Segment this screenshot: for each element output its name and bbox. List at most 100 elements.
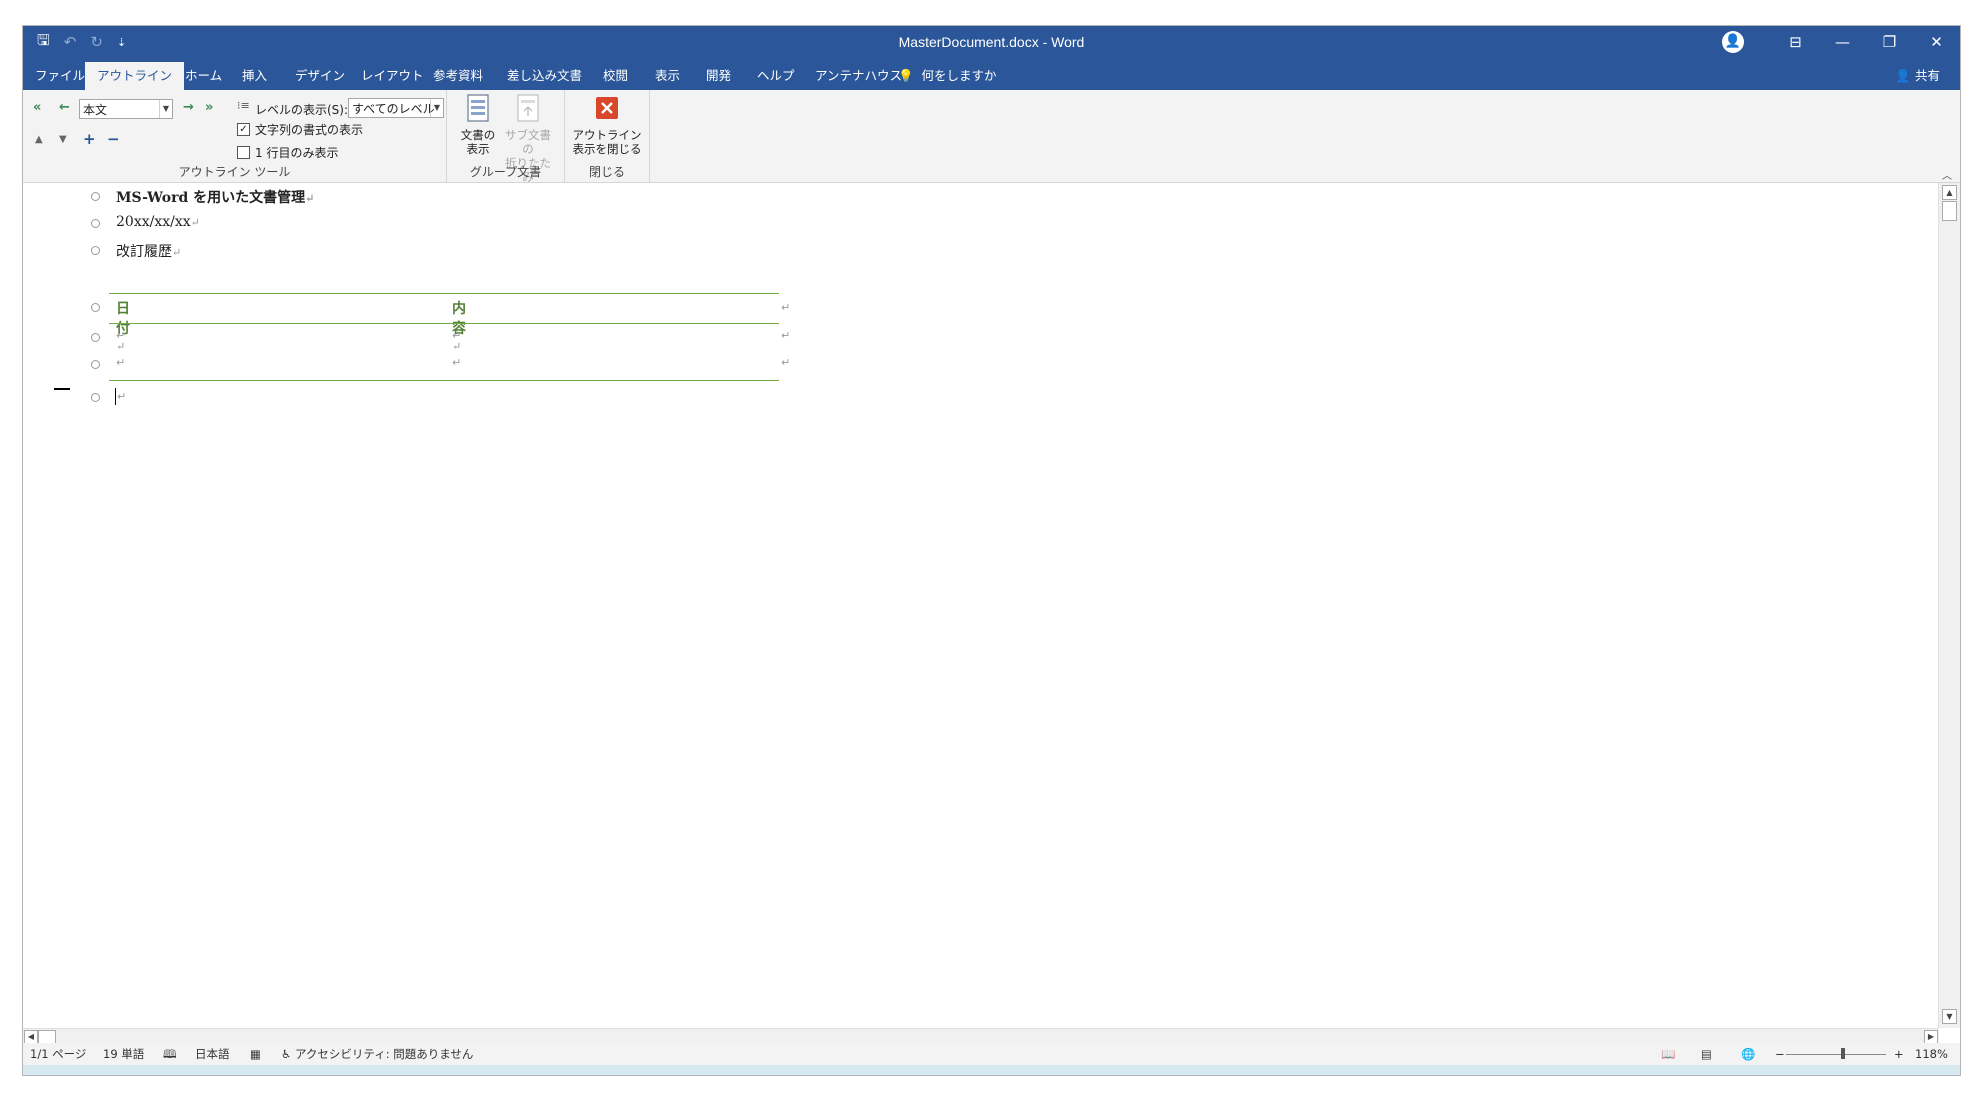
print-layout-icon[interactable]: ▤ [1701,1043,1712,1065]
outline-bullet-icon[interactable] [91,393,100,402]
demote-icon[interactable]: → [183,100,194,115]
horizontal-scrollbar[interactable]: ◀ ▶ [23,1028,1939,1044]
tab-view[interactable]: 表示 [643,62,692,90]
show-level-select[interactable]: すべてのレベル ▼ [348,98,444,118]
word-count[interactable]: 19 単語 [103,1043,144,1065]
tab-design[interactable]: デザイン [283,62,357,90]
read-mode-icon[interactable]: 📖 [1661,1043,1675,1065]
close-group: アウトライン 表示を閉じる 閉じる [565,90,650,182]
ribbon: « ← 本文 ▼ → » ▲ ▼ + − ⁝≡ レベルの表示(S): すべてのレ… [23,90,1960,184]
expand-icon[interactable]: + [83,130,96,148]
table-cell[interactable]: ↵ [452,356,461,369]
scroll-right-icon[interactable]: ▶ [1924,1030,1938,1044]
table-header-content: 内容↵ [452,301,466,353]
zoom-slider-track[interactable] [1786,1054,1886,1055]
table-cell[interactable]: ↵ [116,356,125,369]
tab-help[interactable]: ヘルプ [745,62,807,90]
tab-home[interactable]: ホーム [173,62,234,90]
outline-bullet-icon[interactable] [91,246,100,255]
move-down-icon[interactable]: ▼ [59,134,67,145]
lightbulb-icon: 💡 [898,68,914,83]
accessibility-status[interactable]: ♿ アクセシビリティ: 問題ありません [281,1043,473,1065]
show-text-format-checkbox[interactable]: ✓ 文字列の書式の表示 [237,121,363,138]
outline-level-select[interactable]: 本文 ▼ [79,99,173,119]
chevron-down-icon: ▼ [430,99,443,117]
tell-me-search[interactable]: 💡 何をしますか [898,62,997,90]
outline-tools-label: アウトライン ツール [178,165,291,179]
macro-record-icon[interactable]: ▦ [250,1043,261,1065]
person-icon: 👤 [1895,68,1911,83]
move-up-icon[interactable]: ▲ [35,134,43,145]
language-indicator[interactable]: 日本語 [195,1043,230,1065]
paragraph-text: 20xx/xx/xx↵ [116,214,200,230]
scroll-thumb[interactable] [38,1030,56,1044]
paragraph-text: 改訂履歴↵ [116,244,182,260]
scroll-up-icon[interactable]: ▲ [1942,185,1957,200]
demote-to-body-icon[interactable]: » [205,100,213,115]
page-count[interactable]: 1/1 ページ [30,1043,86,1065]
collapse-subdocuments-icon [517,94,539,122]
scroll-down-icon[interactable]: ▼ [1942,1009,1957,1024]
collapse-icon[interactable]: − [107,130,120,148]
scroll-left-icon[interactable]: ◀ [24,1030,38,1044]
table-header-border [109,323,779,324]
tab-outline[interactable]: アウトライン [85,62,185,90]
chevron-down-icon: ▼ [159,100,172,118]
row-end-mark: ↵ [781,356,791,369]
promote-to-heading1-icon[interactable]: « [33,100,41,115]
row-end-mark: ↵ [781,329,791,342]
outline-bullet-icon[interactable] [91,333,100,342]
proofing-icon[interactable]: 🕮 [163,1043,177,1065]
outline-bullet-icon[interactable] [91,192,100,201]
paragraph-text: MS-Word を用いた文書管理↵ [116,190,315,206]
ribbon-display-options-icon[interactable]: ⊟ [1772,33,1819,51]
restore-icon[interactable]: ❐ [1866,33,1913,51]
taskbar-strip [23,1065,1960,1075]
close-group-label: 閉じる [588,165,625,179]
show-document-icon [467,94,489,122]
tab-review[interactable]: 校閲 [591,62,640,90]
outline-bullet-icon[interactable] [91,219,100,228]
tab-insert[interactable]: 挿入 [230,62,279,90]
account-avatar-icon[interactable]: 👤 [1722,31,1744,53]
end-of-document-marker [54,388,70,390]
tab-developer[interactable]: 開発 [694,62,743,90]
table-top-border [109,293,779,294]
outline-bullet-icon[interactable] [91,303,100,312]
window-controls: 👤 ⊟ — ❐ ✕ [1722,26,1960,58]
show-document-button[interactable]: 文書の 表示 [453,94,503,156]
title-bar: 🖫 ↶ ↻ ⇣ MasterDocument.docx - Word 👤 ⊟ —… [23,26,1960,58]
text-cursor [115,388,116,405]
tab-references[interactable]: 参考資料 [421,62,495,90]
status-bar: 1/1 ページ 19 単語 🕮 日本語 ▦ ♿ アクセシビリティ: 問題ありませ… [23,1043,1960,1065]
vertical-scrollbar[interactable]: ▲ ▼ [1938,183,1960,1028]
show-first-line-checkbox[interactable]: 1 行目のみ表示 [237,144,338,161]
zoom-slider-knob[interactable] [1841,1048,1845,1059]
share-button[interactable]: 👤 共有 [1895,62,1940,90]
promote-icon[interactable]: ← [59,100,70,115]
checkbox-checked-icon: ✓ [237,123,250,136]
close-x-icon [596,97,618,119]
row-end-mark: ↵ [781,301,791,314]
collapse-ribbon-icon[interactable]: ︿ [1942,167,1952,182]
minimize-icon[interactable]: — [1819,33,1866,51]
table-cell[interactable]: ↵ [116,329,125,342]
scroll-thumb[interactable] [1942,201,1957,221]
checkbox-unchecked-icon [237,146,250,159]
zoom-level[interactable]: 118% [1915,1043,1948,1065]
master-document-label: グループ文書 [469,165,542,179]
table-bottom-border [109,380,779,381]
show-level-icon: ⁝≡ [237,99,250,112]
accessibility-icon: ♿ [281,1047,292,1061]
document-area[interactable]: MS-Word を用いた文書管理↵ 20xx/xx/xx↵ 改訂履歴↵ 日付↵ … [23,183,1938,1028]
ribbon-tabs: ファイル アウトライン ホーム 挿入 デザイン レイアウト 参考資料 差し込み文… [23,58,1960,90]
close-outline-view-button[interactable]: アウトライン 表示を閉じる [569,94,645,156]
zoom-in-icon[interactable]: + [1894,1043,1904,1065]
web-layout-icon[interactable]: 🌐 [1741,1043,1755,1065]
master-document-group: 文書の 表示 サブ文書の 折りたたみ グループ文書 [447,90,565,184]
tab-mailings[interactable]: 差し込み文書 [495,62,594,90]
zoom-out-icon[interactable]: − [1775,1043,1785,1065]
close-icon[interactable]: ✕ [1913,33,1960,51]
outline-bullet-icon[interactable] [91,360,100,369]
table-cell[interactable]: ↵ [452,329,461,342]
